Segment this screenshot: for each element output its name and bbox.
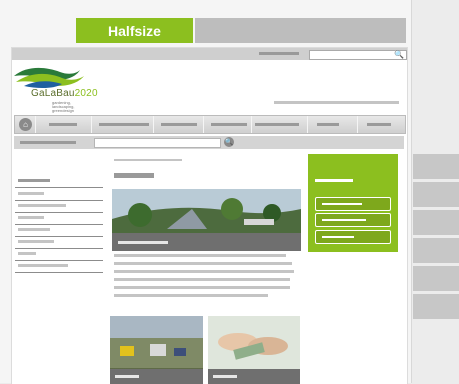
thumbnail-caption-text [115, 375, 139, 378]
nav-item[interactable] [367, 123, 391, 126]
teaser-button-label [322, 219, 366, 221]
nav-divider [35, 116, 36, 133]
nav-item[interactable] [99, 123, 149, 126]
header-text-placeholder [274, 101, 399, 104]
website-preview: 🔍 GaLaBau2020 gardening, landscaping, gr… [11, 47, 408, 384]
search-icon[interactable]: 🔍 [394, 49, 404, 61]
logo-year: 2020 [74, 88, 98, 99]
text-line [114, 286, 290, 289]
top-link-placeholder[interactable] [259, 52, 299, 55]
thumbnail-caption-text [213, 375, 237, 378]
sidebar-divider [15, 187, 103, 188]
thumbnail-caption [110, 369, 203, 384]
sidebar-divider [15, 200, 103, 201]
sidebar-divider [15, 248, 103, 249]
teaser-heading [315, 179, 353, 182]
search-input[interactable]: 🔍 [309, 50, 407, 60]
sidebar-divider [15, 212, 103, 213]
thumbnail-caption [208, 369, 300, 384]
teaser-box [308, 154, 398, 252]
fullsize-tab[interactable] [195, 18, 406, 43]
sidebar-item[interactable] [18, 204, 66, 207]
sidebar-divider [15, 272, 103, 273]
teaser-button[interactable] [315, 197, 391, 211]
sidebar-divider [15, 260, 103, 261]
nav-divider [153, 116, 154, 133]
halfsize-tab[interactable]: Halfsize [76, 18, 193, 43]
top-utility-bar: 🔍 [12, 48, 407, 60]
nav-divider [251, 116, 252, 133]
thumbnail-image-handshake[interactable] [208, 316, 300, 384]
hero-caption[interactable] [112, 233, 301, 251]
side-tile[interactable] [413, 182, 459, 207]
side-tile[interactable] [413, 266, 459, 291]
main-navigation: ⌂ [14, 115, 406, 134]
nav-item[interactable] [161, 123, 197, 126]
text-line [114, 254, 286, 257]
sidebar-heading [18, 179, 50, 182]
breadcrumb-placeholder[interactable] [114, 159, 182, 161]
sidebar-item[interactable] [18, 252, 36, 255]
nav-item[interactable] [49, 123, 77, 126]
nav-divider [91, 116, 92, 133]
thumbnail-image-exhibition[interactable] [110, 316, 203, 384]
nav-divider [203, 116, 204, 133]
text-line [114, 262, 292, 265]
teaser-button-label [322, 236, 354, 238]
sidebar-item[interactable] [18, 192, 44, 195]
sidebar-divider [15, 236, 103, 237]
sidebar-item[interactable] [18, 264, 68, 267]
logo-name: GaLaBau [31, 88, 75, 99]
sidebar-divider [15, 224, 103, 225]
nav-divider [357, 116, 358, 133]
side-tile[interactable] [413, 154, 459, 179]
sidebar-item[interactable] [18, 228, 50, 231]
teaser-button-label [322, 203, 362, 205]
text-line [114, 278, 290, 281]
logo-wordmark: GaLaBau2020 [31, 88, 98, 99]
logo-tagline: gardening, landscaping, greendesign [52, 100, 75, 113]
home-icon[interactable]: ⌂ [19, 118, 32, 131]
search-icon[interactable]: 🔍 [224, 137, 234, 147]
sidebar-item[interactable] [18, 216, 44, 219]
sub-search-input[interactable] [94, 138, 221, 148]
text-line [114, 270, 294, 273]
hero-caption-text [118, 241, 168, 244]
sub-search-bar: 🔍 [14, 136, 404, 149]
halfsize-label: Halfsize [108, 22, 161, 39]
nav-item[interactable] [255, 123, 299, 126]
teaser-button[interactable] [315, 213, 391, 227]
text-line [114, 294, 268, 297]
side-tile[interactable] [413, 238, 459, 263]
nav-item[interactable] [317, 123, 339, 126]
sub-search-label [20, 141, 76, 144]
section-heading [114, 173, 154, 178]
side-tile[interactable] [413, 294, 459, 319]
teaser-button[interactable] [315, 230, 391, 244]
side-tile[interactable] [413, 210, 459, 235]
nav-item[interactable] [211, 123, 247, 126]
sidebar-item[interactable] [18, 240, 54, 243]
nav-divider [307, 116, 308, 133]
